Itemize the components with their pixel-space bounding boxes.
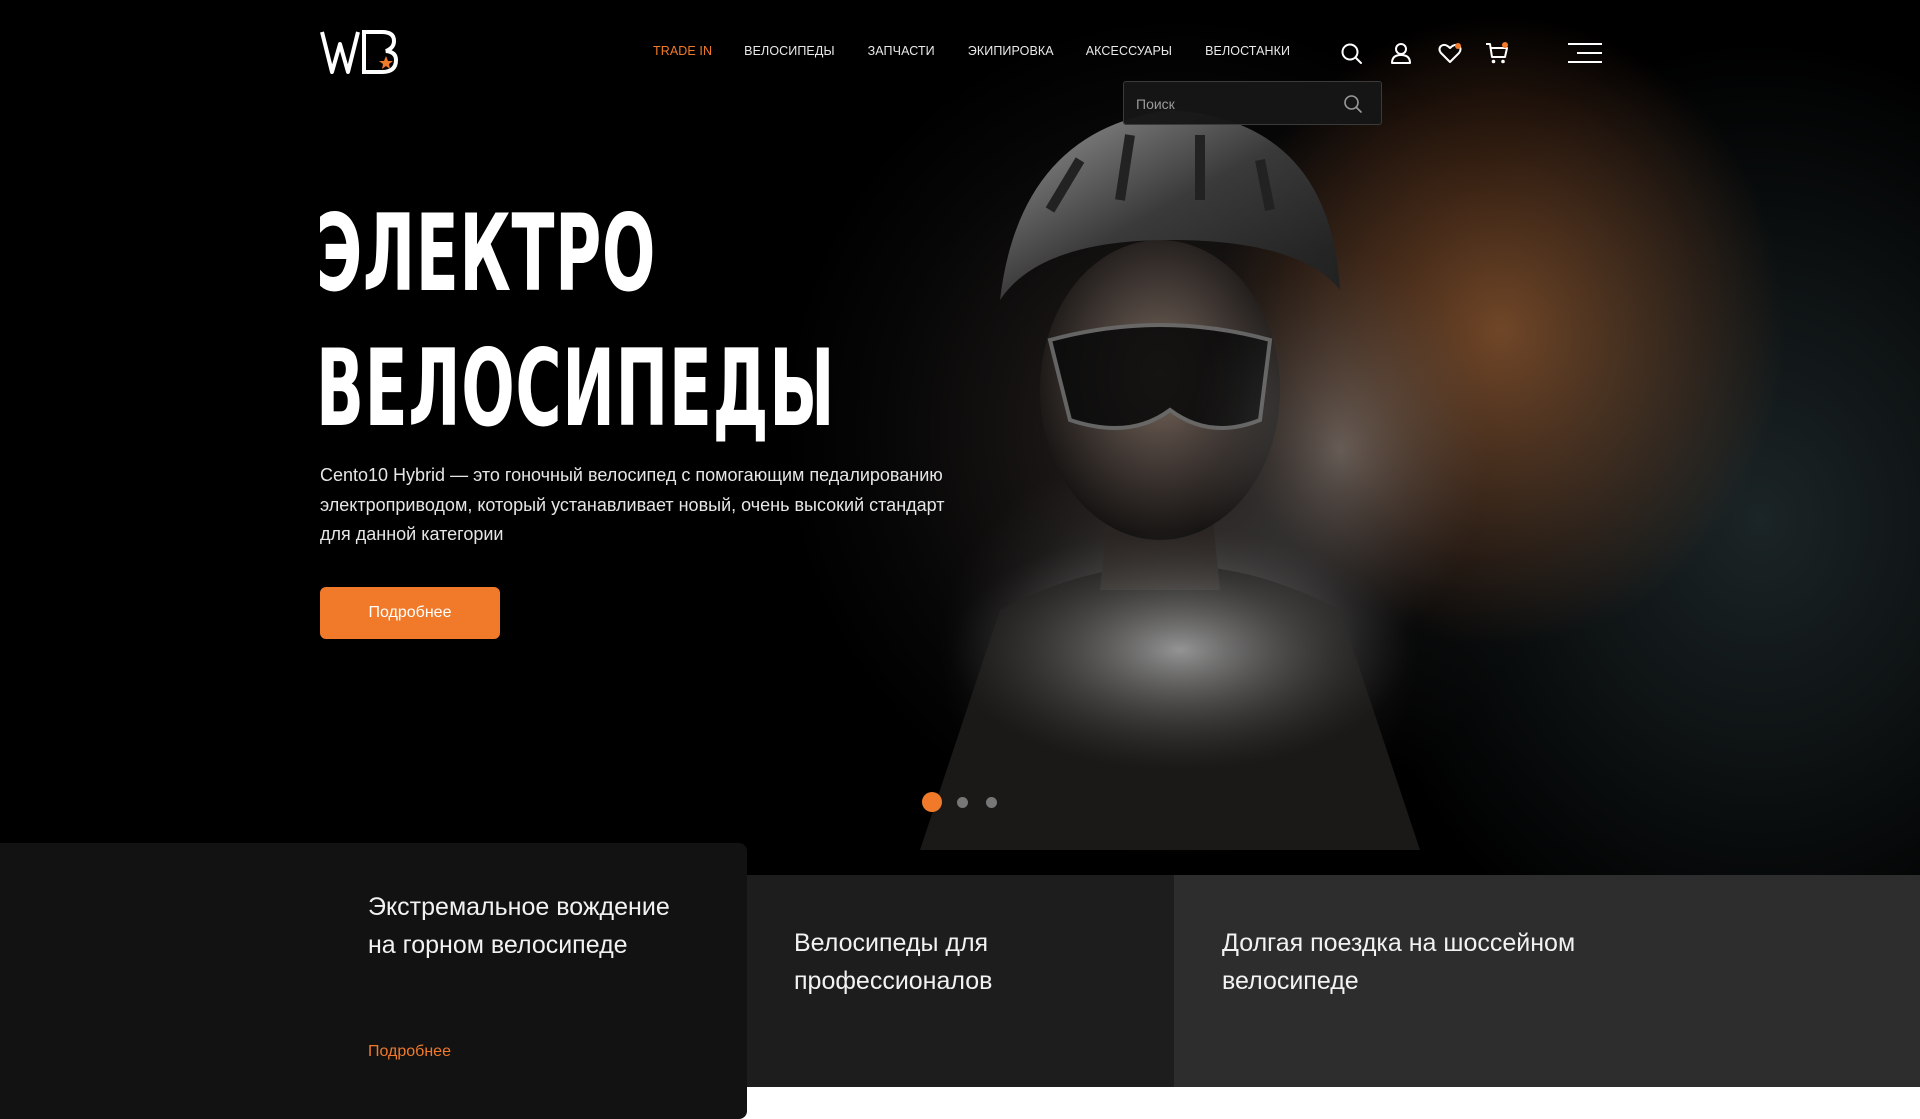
- hero-title: ЭЛЕКТРО ВЕЛОСИПЕДЫ: [316, 186, 835, 456]
- card-road-bikes[interactable]: Долгая поездка на шоссейном велосипеде: [1174, 875, 1920, 1087]
- slide-dot-2[interactable]: [957, 796, 968, 808]
- slide-dot-3[interactable]: [986, 796, 997, 808]
- nav-item-accessories[interactable]: АКСЕССУАРЫ: [1086, 44, 1172, 58]
- hero-title-line2: ВЕЛОСИПЕДЫ: [316, 327, 836, 450]
- user-icon[interactable]: [1388, 40, 1414, 66]
- hero-description: Cento10 Hybrid — это гоночный велосипед …: [320, 465, 945, 544]
- more-button[interactable]: Подробнее: [320, 587, 500, 639]
- card-title: Долгая поездка на шоссейном велосипеде: [1222, 929, 1576, 995]
- hero-rider-image: [920, 110, 1490, 850]
- card-title: Экстремальное вождение на горном велосип…: [368, 893, 670, 959]
- brand-logo[interactable]: [320, 26, 408, 78]
- card-more-link[interactable]: Подробнее: [368, 1043, 451, 1061]
- search-icon[interactable]: [1339, 41, 1365, 67]
- nav-item-equipment[interactable]: ЭКИПИРОВКА: [968, 44, 1054, 58]
- search-submit-icon[interactable]: [1342, 93, 1364, 115]
- hero-banner: TRADE IN ВЕЛОСИПЕДЫ ЗАПЧАСТИ ЭКИПИРОВКА …: [0, 0, 1920, 875]
- search-input[interactable]: [1136, 92, 1336, 116]
- nav-item-trade-in[interactable]: TRADE IN: [653, 44, 712, 58]
- slide-dot-1-active[interactable]: [922, 792, 942, 812]
- nav-item-bike-stands[interactable]: ВЕЛОСТАНКИ: [1205, 44, 1290, 58]
- nav-item-bikes[interactable]: ВЕЛОСИПЕДЫ: [744, 44, 834, 58]
- card-title: Велосипеды для профессионалов: [794, 929, 993, 995]
- search-box: [1123, 81, 1382, 125]
- cart-icon[interactable]: [1484, 40, 1510, 66]
- heart-icon[interactable]: [1437, 40, 1463, 66]
- main-nav: TRADE IN ВЕЛОСИПЕДЫ ЗАПЧАСТИ ЭКИПИРОВКА …: [653, 44, 1290, 58]
- menu-icon[interactable]: [1568, 42, 1602, 64]
- card-pro-bikes[interactable]: Велосипеды для профессионалов: [747, 875, 1174, 1087]
- card-mountain-bikes[interactable]: Экстремальное вождение на горном велосип…: [0, 843, 747, 1119]
- hero-title-line1: ЭЛЕКТРО: [316, 192, 657, 315]
- slider-pagination: [922, 792, 997, 812]
- nav-item-parts[interactable]: ЗАПЧАСТИ: [868, 44, 935, 58]
